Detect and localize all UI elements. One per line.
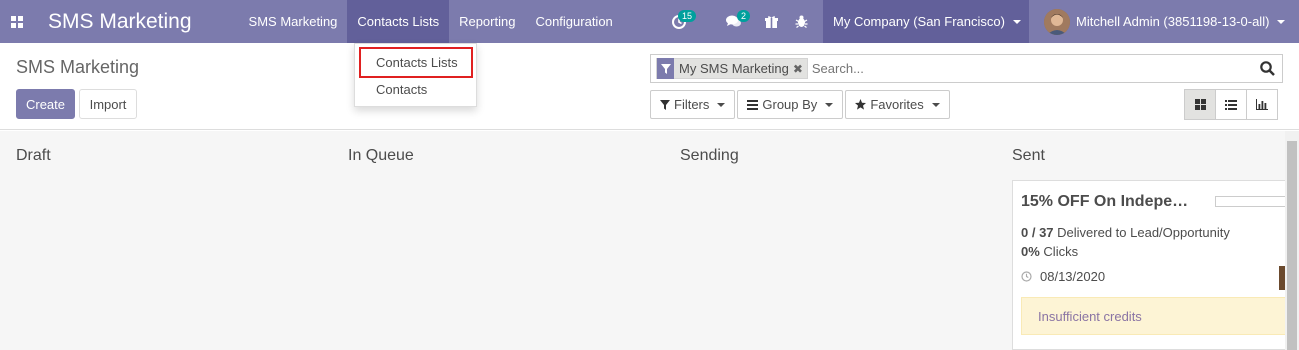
favorites-label: Favorites [870,97,924,112]
clicks-value: 0% [1021,244,1040,259]
menu-contacts-lists[interactable]: Contacts Lists [347,0,450,43]
control-panel: SMS Marketing Create Import My SMS Marke… [0,43,1299,130]
search-input[interactable] [811,57,1255,80]
column-title-in-queue: In Queue [348,147,414,164]
top-navbar: SMS Marketing SMS Marketing Contacts Lis… [0,0,1299,43]
view-switcher [1184,89,1278,120]
bug-icon [795,15,807,28]
user-menu[interactable]: Mitchell Admin (3851198-13-0-all) [1044,0,1286,43]
kanban-grid-icon [1194,99,1206,110]
favorites-button[interactable]: Favorites [845,90,950,119]
caret-down-icon [1277,19,1286,24]
group-by-label: Group By [762,97,818,112]
kanban-board: Draft In Queue Sending Sent 15% OFF On I… [0,131,1299,350]
gift-button[interactable] [756,0,786,43]
card-progress-bar [1215,196,1293,207]
messages-button[interactable]: 2 [718,0,750,43]
column-title-sending: Sending [680,147,739,164]
search-bar: My SMS Marketing ✖ [650,54,1283,83]
menu-configuration[interactable]: Configuration [525,0,622,43]
systray: 15 2 [660,0,816,43]
bar-chart-icon [1256,99,1268,110]
card-date: 08/13/2020 [1021,269,1105,284]
search-icon [1259,61,1275,76]
bars-icon [747,99,759,110]
search-options: Filters Group By Favorites [650,90,952,119]
clock-icon [1021,271,1032,282]
filter-icon [660,99,670,110]
column-title-sent: Sent [1012,147,1045,164]
insufficient-credits-alert: Insufficient credits [1021,297,1293,335]
user-avatar [1044,8,1070,35]
messages-count-badge: 2 [736,10,750,22]
card-delivered: 0 / 37 Delivered to Lead/Opportunity [1021,225,1230,240]
gift-icon [764,16,778,28]
kanban-view-button[interactable] [1184,89,1216,120]
activities-count-badge: 15 [677,10,696,22]
delivered-text: Delivered to Lead/Opportunity [1057,225,1230,240]
delivered-count: 0 / 37 [1021,225,1054,240]
kanban-card[interactable]: 15% OFF On Indepe… 0 / 37 Delivered to L… [1012,180,1293,350]
scrollbar-thumb[interactable] [1287,141,1297,350]
dropdown-item-contacts-lists[interactable]: Contacts Lists [359,47,473,78]
group-by-button[interactable]: Group By [737,90,844,119]
debug-button[interactable] [786,0,816,43]
filter-funnel-icon [657,58,674,79]
star-icon [855,99,867,110]
column-title-draft: Draft [16,147,51,164]
grid-icon [11,15,23,28]
user-name: Mitchell Admin (3851198-13-0-all) [1076,14,1270,29]
filters-label: Filters [674,97,710,112]
search-facet: My SMS Marketing ✖ [656,58,808,79]
search-button[interactable] [1255,57,1279,81]
caret-down-icon [717,102,726,107]
company-switcher[interactable]: My Company (San Francisco) [823,0,1029,43]
date-value: 08/13/2020 [1040,269,1106,284]
menu-reporting[interactable]: Reporting [449,0,525,43]
graph-view-button[interactable] [1246,89,1278,120]
create-button[interactable]: Create [16,89,75,119]
card-clicks: 0% Clicks [1021,244,1078,259]
caret-down-icon [825,102,834,107]
filters-button[interactable]: Filters [650,90,736,119]
apps-menu-button[interactable] [0,0,34,43]
caret-down-icon [1012,19,1021,24]
list-icon [1225,99,1237,110]
card-title: 15% OFF On Indepe… [1021,193,1189,210]
facet-value: My SMS Marketing [679,61,789,76]
import-button[interactable]: Import [79,89,137,119]
list-view-button[interactable] [1215,89,1247,120]
main-menu: SMS Marketing Contacts Lists Reporting C… [239,0,623,43]
activities-button[interactable]: 15 [664,0,696,43]
breadcrumb: SMS Marketing [16,57,140,77]
caret-down-icon [931,102,940,107]
remove-facet-icon[interactable]: ✖ [793,62,807,76]
company-name: My Company (San Francisco) [833,14,1005,29]
menu-sms-marketing[interactable]: SMS Marketing [239,0,348,43]
clicks-text: Clicks [1043,244,1079,259]
contacts-lists-dropdown: Contacts Lists Contacts [354,43,477,107]
dropdown-item-contacts[interactable]: Contacts [355,82,478,97]
app-brand[interactable]: SMS Marketing [48,10,192,34]
